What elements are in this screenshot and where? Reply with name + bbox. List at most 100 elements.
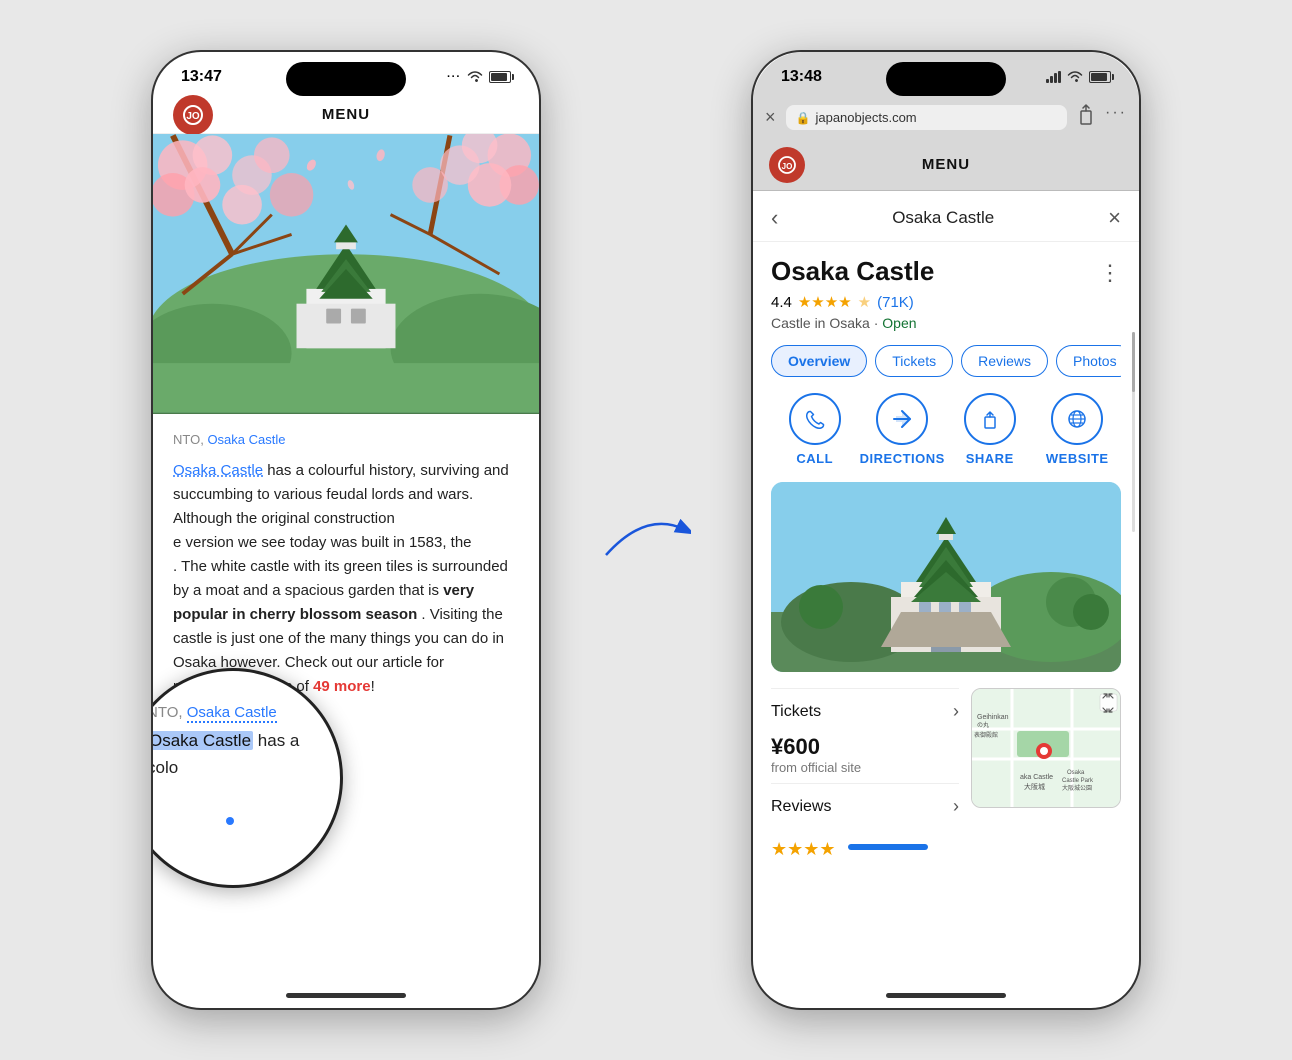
svg-text:Osaka: Osaka xyxy=(1067,770,1085,776)
tickets-price: ¥600 xyxy=(771,734,959,760)
reviews-rating-row: ★★★★ xyxy=(771,833,959,860)
reviews-row: Reviews › xyxy=(771,783,959,829)
browser-close-button[interactable]: × xyxy=(765,107,776,128)
magnifier-breadcrumb: NTO, Osaka Castle xyxy=(153,701,329,724)
signal-icon-2 xyxy=(1046,71,1061,83)
directions-label: DIRECTIONS xyxy=(860,451,945,466)
scrollbar-thumb xyxy=(1132,332,1135,392)
hero-image-1 xyxy=(153,134,539,414)
signal-icon-1: ··· xyxy=(447,71,461,83)
breadcrumb-1: NTO, Osaka Castle xyxy=(173,430,519,451)
home-indicator-2 xyxy=(886,993,1006,998)
home-indicator-1 xyxy=(286,993,406,998)
battery-icon-1 xyxy=(489,71,511,83)
arrow xyxy=(601,500,691,560)
review-bar xyxy=(848,844,928,850)
tickets-map-row: Tickets › ¥600 from official site Review… xyxy=(771,688,1121,860)
call-icon-circle xyxy=(789,393,841,445)
time-2: 13:48 xyxy=(781,68,822,86)
menu-label-1: MENU xyxy=(322,106,370,123)
osaka-castle-article-link[interactable]: Osaka Castle xyxy=(173,462,263,479)
reviews-arrow[interactable]: › xyxy=(953,796,959,817)
tickets-label: Tickets xyxy=(771,703,821,720)
magnifier-content: NTO, Osaka Castle Osaka Castle has a col… xyxy=(153,681,343,801)
phone-2: 13:48 × 🔒 xyxy=(751,50,1141,1010)
place-rating: 4.4 ★★★★ ★ (71K) xyxy=(771,293,1121,311)
tab-overview[interactable]: Overview xyxy=(771,345,867,377)
svg-text:の丸: の丸 xyxy=(977,721,989,729)
more-button[interactable]: ··· xyxy=(1105,104,1127,131)
browser-actions: ··· xyxy=(1077,104,1127,131)
review-stars: ★★★★ xyxy=(771,839,836,860)
time-1: 13:47 xyxy=(181,68,222,86)
maps-close-button[interactable]: × xyxy=(1108,205,1121,231)
magnifier-link: Osaka Castle xyxy=(187,704,277,723)
logo-2: JO xyxy=(769,147,805,183)
share-button[interactable] xyxy=(1077,104,1095,131)
maps-body: Osaka Castle ⋮ 4.4 ★★★★ ★ (71K) Castle i… xyxy=(753,242,1139,874)
svg-text:aka Castle: aka Castle xyxy=(1020,774,1053,781)
place-title: Osaka Castle xyxy=(771,256,934,287)
svg-text:大阪城: 大阪城 xyxy=(1024,782,1045,791)
place-type: Castle in Osaka · Open xyxy=(771,315,1121,331)
dynamic-island-1 xyxy=(286,62,406,96)
cursor-dot xyxy=(226,817,234,825)
wifi-icon-1 xyxy=(467,70,483,85)
osaka-castle-breadcrumb-link[interactable]: Osaka Castle xyxy=(207,432,285,447)
review-count[interactable]: (71K) xyxy=(877,294,914,311)
svg-text:Castle Park: Castle Park xyxy=(1062,778,1094,784)
dynamic-island-2 xyxy=(886,62,1006,96)
share-icon-circle xyxy=(964,393,1016,445)
wifi-icon-2 xyxy=(1067,70,1083,85)
lock-icon: 🔒 xyxy=(796,111,811,125)
logo-1: JO xyxy=(173,95,213,135)
svg-text:JO: JO xyxy=(782,162,793,171)
tab-photos[interactable]: Photos xyxy=(1056,345,1121,377)
more-options-button[interactable]: ⋮ xyxy=(1099,256,1121,286)
share-action-button[interactable]: SHARE xyxy=(946,393,1034,466)
tabs-row: Overview Tickets Reviews Photos Tours xyxy=(771,345,1121,377)
phone-1: 13:47 ··· JO MENU xyxy=(151,50,541,1010)
website-label: WEBSITE xyxy=(1046,451,1109,466)
tab-reviews[interactable]: Reviews xyxy=(961,345,1048,377)
maps-panel: ‹ Osaka Castle × Osaka Castle ⋮ 4.4 ★★★★… xyxy=(753,191,1139,874)
tickets-arrow[interactable]: › xyxy=(953,701,959,722)
tickets-section: Tickets › ¥600 from official site Review… xyxy=(771,688,959,860)
svg-text:大阪城公園: 大阪城公園 xyxy=(1062,784,1092,792)
magnifier: NTO, Osaka Castle Osaka Castle has a col… xyxy=(153,668,343,888)
magnifier-highlight-text: Osaka Castle xyxy=(153,731,253,750)
url-text: japanobjects.com xyxy=(815,110,916,125)
app-nav-2: JO MENU xyxy=(753,139,1139,191)
url-bar[interactable]: 🔒 japanobjects.com xyxy=(786,105,1068,130)
scrollbar[interactable] xyxy=(1132,332,1135,532)
tab-tickets[interactable]: Tickets xyxy=(875,345,953,377)
share-label: SHARE xyxy=(966,451,1014,466)
battery-icon-2 xyxy=(1089,71,1111,83)
call-label: CALL xyxy=(796,451,833,466)
maps-back-button[interactable]: ‹ xyxy=(771,205,778,231)
article-paragraph: Osaka Castle has a colourful history, su… xyxy=(173,459,519,699)
reviews-label: Reviews xyxy=(771,798,831,816)
action-buttons: CALL DIRECTIONS SHARE xyxy=(771,393,1121,466)
magnifier-text: Osaka Castle has a colo xyxy=(153,728,329,781)
svg-text:表御殿館: 表御殿館 xyxy=(974,731,998,739)
stars: ★★★★ xyxy=(798,293,852,311)
map-thumbnail[interactable]: Geihinkan の丸 表御殿館 aka Castle 大阪城 Osaka C… xyxy=(971,688,1121,808)
tickets-price-block: ¥600 from official site xyxy=(771,734,959,775)
rating-number: 4.4 xyxy=(771,294,792,311)
place-photo xyxy=(771,482,1121,672)
scene: 13:47 ··· JO MENU xyxy=(121,20,1171,1040)
tickets-row: Tickets › xyxy=(771,688,959,734)
svg-text:Geihinkan: Geihinkan xyxy=(977,714,1009,721)
svg-text:JO: JO xyxy=(186,111,200,122)
directions-button[interactable]: DIRECTIONS xyxy=(859,393,947,466)
call-button[interactable]: CALL xyxy=(771,393,859,466)
status-icons-1: ··· xyxy=(447,70,511,85)
menu-label-2: MENU xyxy=(922,156,970,173)
nav-bar-1: JO MENU xyxy=(153,96,539,134)
tickets-info: Tickets xyxy=(771,703,821,721)
open-status: Open xyxy=(882,315,916,331)
maps-header: ‹ Osaka Castle × xyxy=(753,191,1139,242)
maps-title: Osaka Castle xyxy=(892,208,994,228)
website-button[interactable]: WEBSITE xyxy=(1034,393,1122,466)
